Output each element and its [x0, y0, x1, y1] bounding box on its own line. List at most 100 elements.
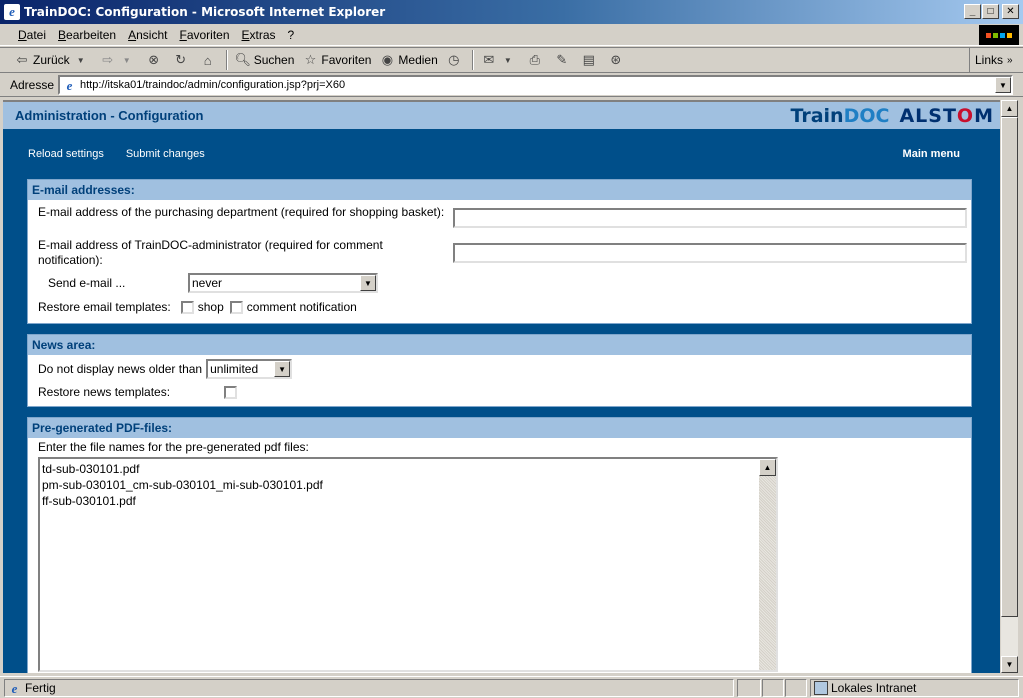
history-button[interactable]: ◷ — [442, 49, 469, 71]
reload-settings-link[interactable]: Reload settings — [28, 148, 104, 160]
toolbar-separator — [471, 50, 474, 70]
title-bar: e TrainDOC: Configuration - Microsoft In… — [0, 0, 1023, 24]
comment-notification-checkbox[interactable] — [229, 300, 243, 314]
stop-button[interactable]: ⊗ — [142, 49, 169, 71]
address-bar: Adresse e http://itska01/traindoc/admin/… — [0, 73, 1023, 97]
back-button[interactable]: ⇦ Zurück ▼ — [10, 49, 96, 71]
window-controls: _ □ ✕ — [963, 4, 1019, 19]
intranet-zone-icon — [814, 681, 828, 695]
purchasing-email-label: E-mail address of the purchasing departm… — [38, 205, 445, 219]
status-text: Fertig — [25, 681, 56, 695]
forward-arrow-icon: ⇨ — [102, 52, 114, 67]
menu-datei[interactable]: Datei — [12, 28, 52, 42]
menu-extras[interactable]: Extras — [236, 28, 282, 42]
minimize-button[interactable]: _ — [964, 4, 981, 19]
discuss-button[interactable]: ▤ — [577, 49, 604, 71]
forward-button[interactable]: ⇨ ▼ — [96, 49, 142, 71]
submit-changes-link[interactable]: Submit changes — [126, 148, 205, 160]
menu-bar: Datei Bearbeiten Ansicht Favoriten Extra… — [0, 24, 1023, 46]
comment-notification-label: comment notification — [246, 300, 357, 314]
window-title: TrainDOC: Configuration - Microsoft Inte… — [24, 5, 386, 19]
print-button[interactable]: ⎙ — [523, 49, 550, 71]
news-older-label: Do not display news older than — [38, 362, 203, 376]
pdf-section-heading: Pre-generated PDF-files: — [28, 418, 971, 438]
back-dropdown-icon[interactable]: ▼ — [73, 52, 89, 68]
scroll-up-icon[interactable]: ▲ — [1001, 100, 1018, 117]
logo-alstom-b: M — [974, 104, 994, 127]
email-section: E-mail addresses: E-mail address of the … — [27, 179, 972, 324]
restore-email-templates-label: Restore email templates: — [38, 300, 171, 314]
logo-alstom: ALSTOM — [899, 105, 994, 127]
stop-icon: ⊗ — [148, 52, 160, 67]
pdf-files-textarea[interactable]: td-sub-030101.pdf pm-sub-030101_cm-sub-0… — [38, 457, 778, 672]
send-email-select[interactable]: never ▼ — [188, 273, 378, 293]
news-older-select[interactable]: unlimited ▼ — [206, 359, 293, 379]
security-zone-panel: Lokales Intranet — [810, 679, 1019, 697]
logo-doc: DOC — [843, 104, 890, 127]
back-label: Zurück — [33, 53, 70, 67]
favorites-label: Favoriten — [321, 53, 372, 67]
menu-help[interactable]: ? — [282, 28, 301, 42]
pdf-file-line: ff-sub-030101.pdf — [42, 494, 136, 508]
links-button[interactable]: Links » — [969, 47, 1023, 73]
news-older-value: unlimited — [210, 362, 259, 376]
menu-ansicht[interactable]: Ansicht — [122, 28, 173, 42]
status-cell — [737, 679, 761, 697]
edit-icon: ✎ — [556, 52, 568, 67]
zone-text: Lokales Intranet — [831, 681, 917, 695]
favorites-button[interactable]: ☆ Favoriten — [298, 49, 375, 71]
purchasing-email-input[interactable] — [453, 208, 967, 228]
scrollbar-thumb[interactable] — [1001, 117, 1018, 617]
discuss-icon: ▤ — [582, 52, 595, 67]
pdf-instruction: Enter the file names for the pre-generat… — [38, 440, 309, 454]
back-arrow-icon: ⇦ — [16, 52, 28, 67]
close-button[interactable]: ✕ — [1002, 4, 1019, 19]
status-text-panel: e Fertig — [4, 679, 734, 697]
pdf-section: Pre-generated PDF-files: Enter the file … — [27, 417, 972, 673]
media-icon: ◉ — [381, 52, 394, 67]
admin-email-input[interactable] — [453, 243, 967, 263]
page-title: Administration - Configuration — [15, 108, 204, 123]
maximize-button[interactable]: □ — [982, 4, 999, 19]
status-cell — [762, 679, 784, 697]
textarea-scrollbar[interactable]: ▲ — [759, 459, 776, 670]
admin-email-label: E-mail address of TrainDOC-administrator… — [38, 238, 383, 267]
logo-alstom-o: O — [956, 104, 975, 127]
traindoc-alstom-logo: Train DOC ALSTOM — [790, 105, 994, 127]
email-section-body: E-mail address of the purchasing departm… — [28, 200, 971, 322]
edit-button[interactable]: ✎ — [550, 49, 577, 71]
pdf-section-body: Enter the file names for the pre-generat… — [28, 438, 971, 673]
address-input[interactable]: e http://itska01/traindoc/admin/configur… — [58, 75, 1013, 95]
page-header: Administration - Configuration Train DOC … — [3, 102, 1000, 129]
news-section-heading: News area: — [28, 335, 971, 355]
page-scrollbar[interactable]: ▲ ▼ — [1001, 100, 1018, 673]
messenger-button[interactable]: ⊛ — [604, 49, 631, 71]
search-button[interactable]: 🔍︎ Suchen — [231, 49, 299, 71]
mail-button[interactable]: ✉ ▼ — [477, 49, 523, 71]
toolbar-separator — [225, 50, 228, 70]
home-button[interactable]: ⌂ — [196, 49, 223, 71]
email-section-heading: E-mail addresses: — [28, 180, 971, 200]
mail-icon: ✉ — [483, 52, 495, 67]
action-bar: Reload settings Submit changes Main menu — [3, 129, 1000, 179]
scroll-down-icon[interactable]: ▼ — [1001, 656, 1018, 673]
forward-dropdown-icon[interactable]: ▼ — [119, 52, 135, 68]
menu-favoriten[interactable]: Favoriten — [173, 28, 235, 42]
shop-checkbox[interactable] — [180, 300, 194, 314]
address-label: Adresse — [10, 77, 55, 92]
pdf-file-line: td-sub-030101.pdf — [42, 462, 140, 476]
main-menu-link[interactable]: Main menu — [903, 148, 960, 160]
restore-news-templates-checkbox[interactable] — [224, 385, 237, 399]
status-cell — [785, 679, 807, 697]
address-dropdown-icon[interactable]: ▼ — [995, 77, 1011, 93]
menu-bearbeiten[interactable]: Bearbeiten — [52, 28, 122, 42]
print-icon: ⎙ — [529, 52, 540, 67]
logo-train: Train — [790, 104, 844, 127]
scroll-up-icon[interactable]: ▲ — [759, 459, 776, 476]
chevron-down-icon: ▼ — [360, 275, 376, 291]
search-icon: 🔍︎ — [234, 52, 251, 67]
shop-label: shop — [197, 300, 224, 314]
refresh-button[interactable]: ↻ — [169, 49, 196, 71]
mail-dropdown-icon[interactable]: ▼ — [500, 52, 516, 68]
media-button[interactable]: ◉ Medien — [375, 49, 441, 71]
